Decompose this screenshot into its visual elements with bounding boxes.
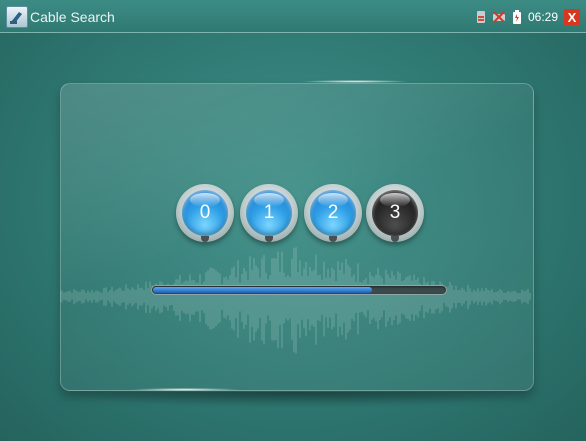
pair-button-3[interactable]: 3: [366, 184, 424, 242]
cable-pair-indicators: 0 1 2 3: [176, 184, 426, 246]
cable-tester-icon[interactable]: [6, 6, 28, 28]
window-title: Cable Search: [30, 9, 115, 25]
pair-label: 0: [199, 202, 211, 223]
panel-highlight-bottom: [130, 388, 240, 391]
panel-shadow: [56, 392, 536, 408]
close-button[interactable]: X: [564, 9, 580, 25]
pair-button-2[interactable]: 2: [304, 184, 362, 242]
pair-button-1[interactable]: 1: [240, 184, 298, 242]
battery-icon: [512, 10, 522, 24]
status-area: 06:29 X: [476, 8, 580, 26]
pair-label: 1: [263, 202, 275, 223]
close-icon: X: [567, 9, 577, 25]
clock: 06:29: [527, 10, 558, 24]
network-disconnected-icon: [492, 10, 506, 24]
waveform-graphic: [60, 247, 531, 354]
search-progress-bar: [151, 285, 447, 295]
pair-label: 2: [327, 202, 339, 223]
progress-fill: [153, 287, 372, 293]
title-bar: Cable Search 06:29 X: [0, 0, 586, 33]
pair-button-0[interactable]: 0: [176, 184, 234, 242]
sd-card-icon: [476, 10, 486, 24]
pair-label: 3: [389, 202, 401, 223]
